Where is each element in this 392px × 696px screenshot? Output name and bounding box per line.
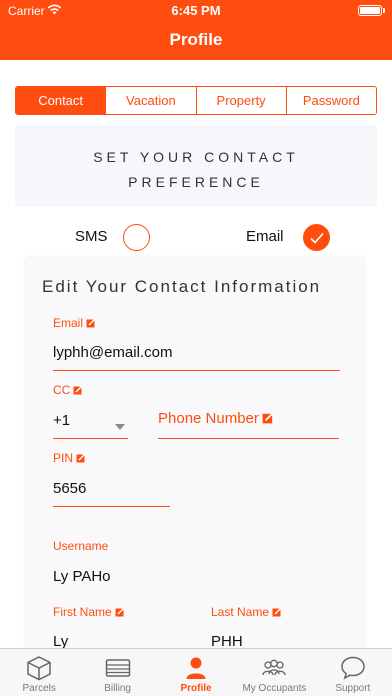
box-icon xyxy=(26,655,52,681)
sms-option-label: SMS xyxy=(75,228,108,245)
pin-field[interactable]: PIN 5656 xyxy=(53,451,170,508)
person-icon xyxy=(183,655,209,681)
status-time: 6:45 PM xyxy=(171,3,221,18)
cc-label-text: CC xyxy=(53,383,71,397)
segment-property[interactable]: Property xyxy=(195,87,286,114)
edit-icon xyxy=(272,607,282,617)
first-name-label-text: First Name xyxy=(53,605,112,619)
email-option-label: Email xyxy=(246,228,284,245)
page-title: Profile xyxy=(169,30,223,49)
edit-icon xyxy=(73,385,83,395)
cc-label: CC xyxy=(53,383,83,397)
cc-underline xyxy=(53,438,128,439)
country-code-field[interactable]: CC +1 xyxy=(53,383,128,440)
email-field[interactable]: Email lyphh@email.com xyxy=(53,316,340,372)
tab-support-label: Support xyxy=(335,683,371,694)
chat-icon xyxy=(340,655,366,681)
profile-segmented-control: Contact Vacation Property Password xyxy=(15,86,377,115)
contact-preference-card: SET YOUR CONTACT PREFERENCE xyxy=(15,125,377,207)
tab-billing[interactable]: Billing xyxy=(78,649,156,696)
segment-contact[interactable]: Contact xyxy=(16,87,106,114)
edit-icon xyxy=(262,412,274,424)
checkmark-icon xyxy=(310,232,324,244)
dropdown-arrow-icon[interactable] xyxy=(115,417,125,435)
tab-my-occupants[interactable]: My Occupants xyxy=(235,649,313,696)
sms-radio[interactable] xyxy=(123,224,150,251)
pin-label: PIN xyxy=(53,451,86,465)
nav-bar: Profile xyxy=(0,22,392,60)
email-underline xyxy=(53,370,340,371)
username-value: Ly PAHo xyxy=(53,568,111,585)
email-label: Email xyxy=(53,316,96,330)
phone-number-field[interactable]: Phone Number xyxy=(158,408,339,440)
phone-underline xyxy=(158,438,339,439)
phone-number-placeholder: Phone Number xyxy=(158,410,274,427)
tab-parcels[interactable]: Parcels xyxy=(0,649,78,696)
contact-preference-options: SMS Email xyxy=(0,222,392,254)
cc-value: +1 xyxy=(53,412,71,429)
edit-contact-title: Edit Your Contact Information xyxy=(42,277,322,296)
segment-password[interactable]: Password xyxy=(285,87,376,114)
edit-contact-card: Edit Your Contact Information Email lyph… xyxy=(26,258,364,658)
edit-icon xyxy=(115,607,125,617)
email-label-text: Email xyxy=(53,316,84,330)
tab-billing-label: Billing xyxy=(104,683,131,694)
occupants-icon xyxy=(261,655,287,681)
email-radio[interactable] xyxy=(303,224,330,251)
edit-icon xyxy=(86,318,96,328)
tab-profile-label: Profile xyxy=(180,683,212,694)
status-bar: Carrier 6:45 PM xyxy=(0,0,392,22)
edit-icon xyxy=(76,453,86,463)
segment-vacation[interactable]: Vacation xyxy=(105,87,196,114)
contact-preference-title: SET YOUR CONTACT PREFERENCE xyxy=(93,149,299,190)
tab-profile[interactable]: Profile xyxy=(157,649,235,696)
last-name-label-text: Last Name xyxy=(211,605,270,619)
phone-placeholder-text: Phone Number xyxy=(158,410,259,427)
billing-icon xyxy=(105,655,131,681)
username-field: Username Ly PAHo xyxy=(53,539,253,589)
first-name-label: First Name xyxy=(53,605,125,619)
tab-support[interactable]: Support xyxy=(314,649,392,696)
tab-parcels-label: Parcels xyxy=(22,683,56,694)
email-value: lyphh@email.com xyxy=(53,344,173,361)
last-name-label: Last Name xyxy=(211,605,282,619)
username-label: Username xyxy=(53,539,109,553)
tab-bar: Parcels Billing Profile My Occupants Sup… xyxy=(0,648,392,696)
pin-value: 5656 xyxy=(53,480,87,497)
battery-icon xyxy=(358,5,382,16)
battery-tip xyxy=(383,8,385,13)
pin-underline xyxy=(53,506,170,507)
tab-my-occupants-label: My Occupants xyxy=(242,683,307,694)
pin-label-text: PIN xyxy=(53,451,74,465)
